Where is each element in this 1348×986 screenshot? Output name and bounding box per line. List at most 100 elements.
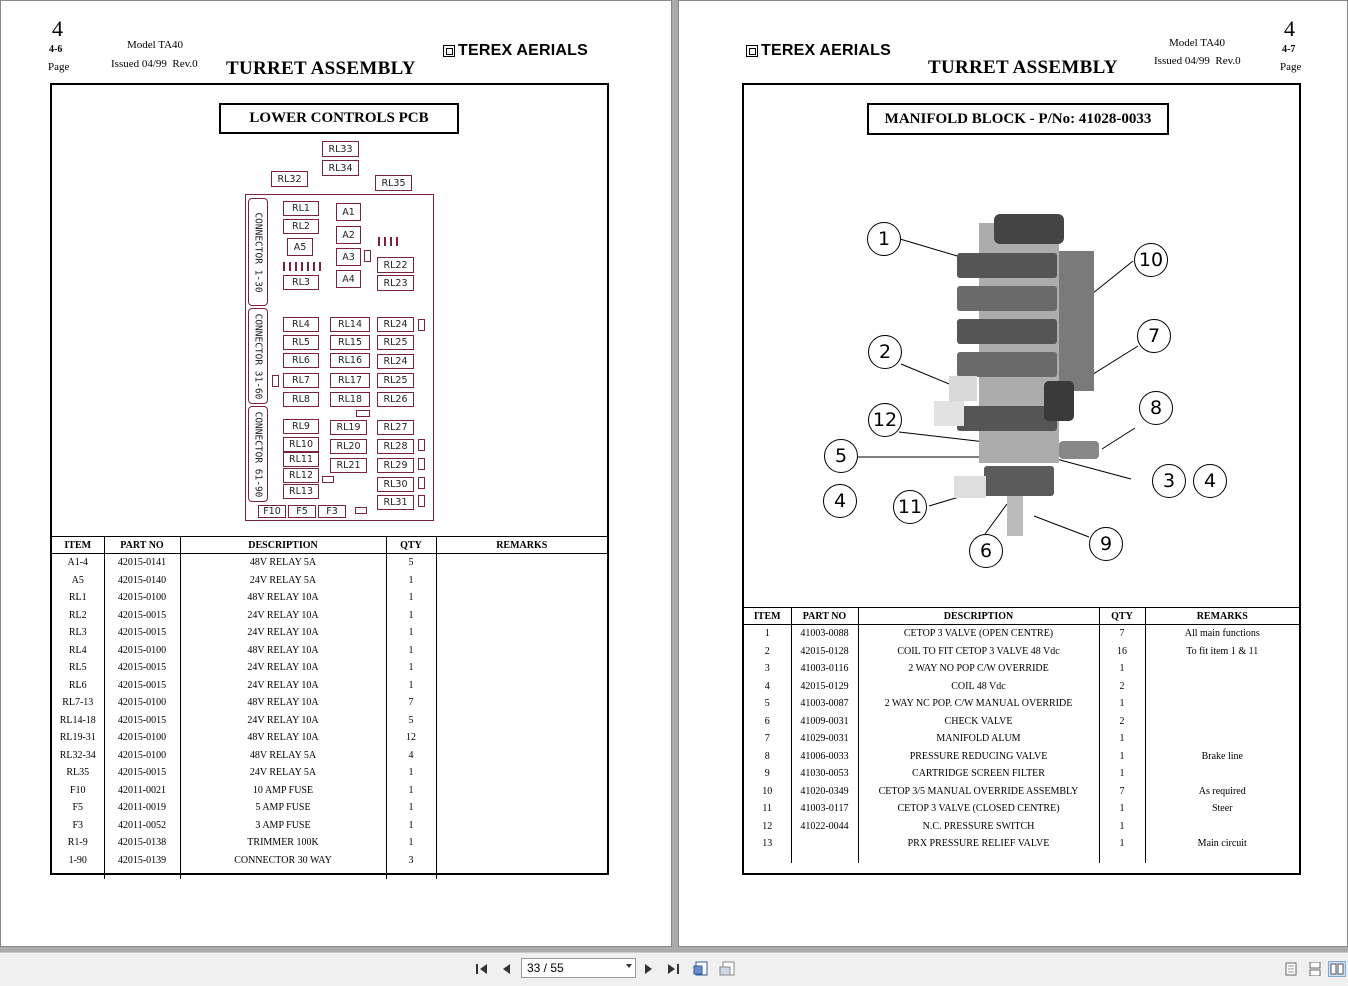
table-row: RL5 42015-0015 24V RELAY 10A 1 [52,659,607,677]
table-cell [1144,677,1299,695]
table-cell: 42015-0015 [103,711,180,729]
parts-table: ITEM PART NO DESCRIPTION QTY REMARKS 1 41003-… [744,607,1299,863]
table-cell: 42015-0015 [103,764,180,782]
continuous-icon[interactable] [1306,961,1324,977]
page-number: 4-6 [49,44,63,55]
table-cell: 42015-0139 [103,851,180,869]
pcb-relay: RL1 [283,201,319,216]
table-cell: RL19-31 [59,732,96,744]
table-cell [435,764,607,782]
parts-table: ITEM PART NO DESCRIPTION QTY REMARKS A1-4 420… [52,536,607,879]
pcb-pins [378,237,398,246]
pcb-connector: CONNECTOR 31-60 [248,308,268,404]
pcb-relay: A4 [336,270,361,288]
table-cell: CETOP 3 VALVE (CLOSED CENTRE) [857,800,1099,818]
table-cell: 7 [1098,782,1145,800]
table-cell: 1 [1098,817,1145,835]
table-cell: 2 [764,645,770,657]
callout-10: 10 [1134,243,1168,277]
pcb-connector: CONNECTOR 61-90 [248,406,268,502]
pcb-relay: A5 [287,238,313,256]
pcb-relay: RL21 [330,458,367,473]
table-cell: 2 [1098,712,1145,730]
table-cell: 1 [1098,765,1145,783]
pcb-relay: RL35 [375,175,412,191]
table-cell [435,606,607,624]
fit-page-icon[interactable] [692,961,710,977]
table-cell [435,641,607,659]
pcb-relay: RL19 [330,420,367,435]
table-row: 1 41003-0088 CETOP 3 VALVE (OPEN CENTRE) 7 A… [744,624,1299,643]
pcb-relay: RL8 [283,392,319,407]
page-number-input[interactable]: 33 / 55 [521,958,636,978]
pcb-relay: RL30 [377,477,414,492]
table-cell: 42015-0100 [103,729,180,747]
table-cell: Brake line [1144,747,1299,765]
table-row: RL4 42015-0100 48V RELAY 10A 1 [52,641,607,659]
next-page-icon[interactable] [640,961,658,977]
table-cell: 24V RELAY 10A [179,676,386,694]
pcb-relay: RL13 [283,484,319,499]
table-cell: F3 [72,819,84,831]
two-page-icon[interactable] [1328,961,1346,977]
table-cell: 1 [385,816,436,834]
right-page: 4 4-7 Page Model TA40 Issued 04/99 Rev.0… [678,0,1348,947]
pcb-relay: RL23 [377,275,414,291]
table-padding-row [52,869,607,879]
table-cell: 41020-0349 [790,782,858,800]
table-cell: F10 [69,784,86,796]
table-cell: 2 [1098,677,1145,695]
table-row: 13 PRX PRESSURE RELIEF VALVE 1 Main circuit [744,835,1299,853]
table-cell [1144,712,1299,730]
single-page-icon[interactable] [1282,961,1300,977]
table-row: F5 42011-0019 5 AMP FUSE 1 [52,799,607,817]
column-header: PART NO [790,607,858,625]
brand-name: TEREX AERIALS [458,42,589,59]
table-cell: 24V RELAY 10A [179,624,386,642]
prev-page-icon[interactable] [497,961,515,977]
callout-7: 7 [1137,319,1171,353]
table-cell: 5 [764,698,770,710]
last-page-icon[interactable] [664,961,682,977]
table-cell: 41003-0117 [790,800,858,818]
table-cell: 42015-0015 [103,676,180,694]
table-cell: 42011-0021 [103,781,180,799]
pcb-relay: A2 [336,226,361,244]
table-cell: 2 WAY NC POP. C/W MANUAL OVERRIDE [857,695,1099,713]
chevron-down-icon[interactable] [626,964,632,968]
table-cell [790,835,858,853]
table-row: 7 41029-0031 MANIFOLD ALUM 1 [744,730,1299,748]
table-cell: MANIFOLD ALUM [857,730,1099,748]
table-cell: 1 [385,641,436,659]
table-cell [1144,660,1299,678]
table-cell: 42015-0015 [103,659,180,677]
table-cell: RL6 [68,679,87,691]
table-cell: 41022-0044 [790,817,858,835]
table-cell: 24V RELAY 5A [179,571,386,589]
table-padding-row [744,852,1299,863]
column-header: REMARKS [435,536,607,554]
first-page-icon[interactable] [473,961,491,977]
pcb-relay: RL5 [283,335,319,350]
fit-width-icon[interactable] [718,961,736,977]
table-cell: 42011-0019 [103,799,180,817]
section-number: 4 [52,16,63,41]
table-cell: F5 [72,802,84,814]
table-row: RL3 42015-0015 24V RELAY 10A 1 [52,624,607,642]
table-cell: 42015-0128 [790,642,858,660]
table-cell: CONNECTOR 30 WAY [179,851,386,869]
table-cell: RL4 [68,644,87,656]
table-cell: CETOP 3/5 MANUAL OVERRIDE ASSEMBLY [857,782,1099,800]
pcb-relay: RL27 [377,420,414,435]
table-cell: 42015-0138 [103,834,180,852]
table-cell: RL5 [68,662,87,674]
table-cell: A5 [71,574,84,586]
table-cell: 1 [1098,660,1145,678]
pcb-relay: RL10 [283,437,319,452]
table-cell: 24V RELAY 5A [179,764,386,782]
pcb-relay: RL11 [283,452,319,467]
table-row: 1-90 42015-0139 CONNECTOR 30 WAY 3 [52,851,607,869]
table-cell [435,589,607,607]
table-cell: 48V RELAY 10A [179,694,386,712]
model-label: Model TA40 [1169,37,1226,49]
